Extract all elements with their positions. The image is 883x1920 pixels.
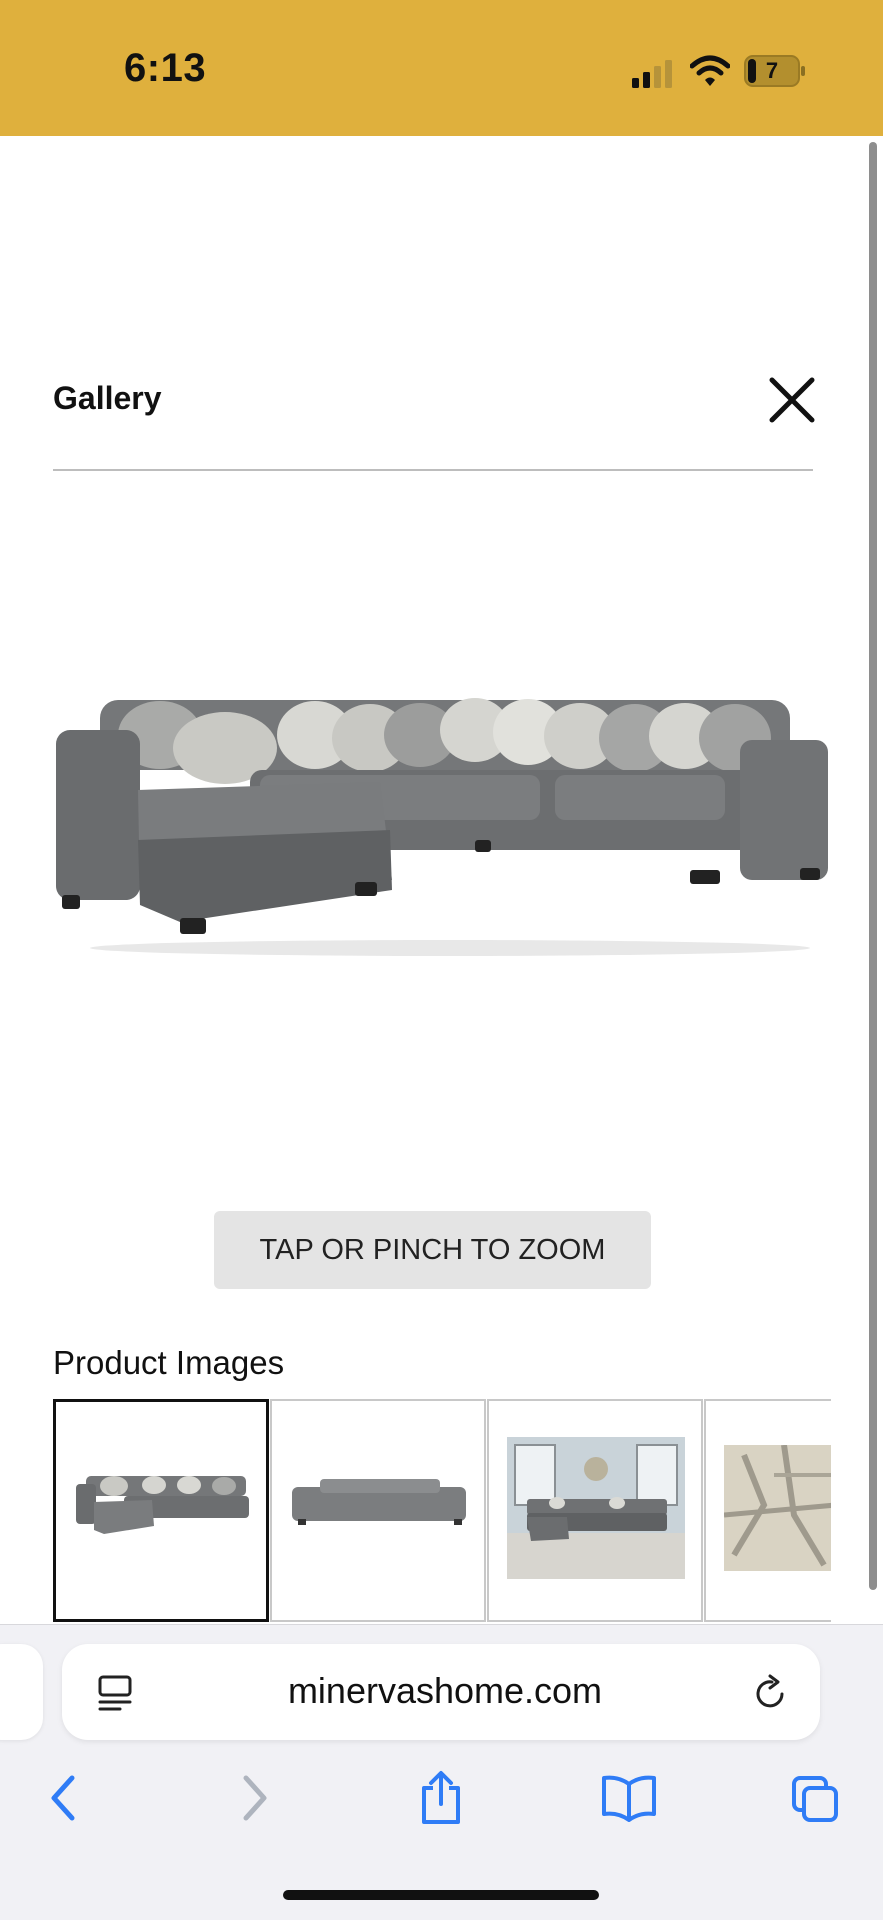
share-icon[interactable] xyxy=(418,1770,464,1826)
close-icon[interactable] xyxy=(766,374,818,426)
status-time: 6:13 xyxy=(124,46,207,90)
gallery-title: Gallery xyxy=(53,380,162,416)
thumbnail-strip[interactable] xyxy=(53,1399,831,1622)
forward-icon[interactable] xyxy=(238,1770,272,1826)
thumbnail-sectional-front[interactable] xyxy=(53,1399,269,1622)
sectional-sofa-image[interactable] xyxy=(50,690,836,960)
page-menu-icon[interactable] xyxy=(96,1673,134,1713)
fabric-swatch-thumb-image xyxy=(724,1445,831,1571)
bookmarks-icon[interactable] xyxy=(600,1770,658,1826)
previous-tab-preview[interactable] xyxy=(0,1644,43,1740)
page-scrollbar[interactable] xyxy=(869,142,877,1590)
room-scene-thumb-image xyxy=(507,1437,685,1579)
sectional-front-thumb-image xyxy=(76,1476,249,1534)
product-images-label: Product Images xyxy=(53,1344,285,1381)
signal-icon xyxy=(632,60,672,88)
zoom-hint[interactable]: TAP OR PINCH TO ZOOM xyxy=(214,1211,651,1289)
thumbnail-fabric-swatch[interactable] xyxy=(704,1399,831,1622)
battery-level: 7 xyxy=(765,58,779,83)
thumbnail-sectional-back[interactable] xyxy=(270,1399,486,1622)
back-icon[interactable] xyxy=(46,1770,80,1826)
header-divider xyxy=(53,469,813,471)
reload-icon[interactable] xyxy=(752,1672,790,1712)
home-indicator[interactable] xyxy=(283,1890,599,1900)
tabs-icon[interactable] xyxy=(790,1770,842,1826)
thumbnail-room-scene[interactable] xyxy=(487,1399,703,1622)
wifi-icon xyxy=(690,55,730,86)
sectional-back-thumb-image xyxy=(292,1479,466,1525)
url-text[interactable]: minervashome.com xyxy=(250,1670,640,1712)
